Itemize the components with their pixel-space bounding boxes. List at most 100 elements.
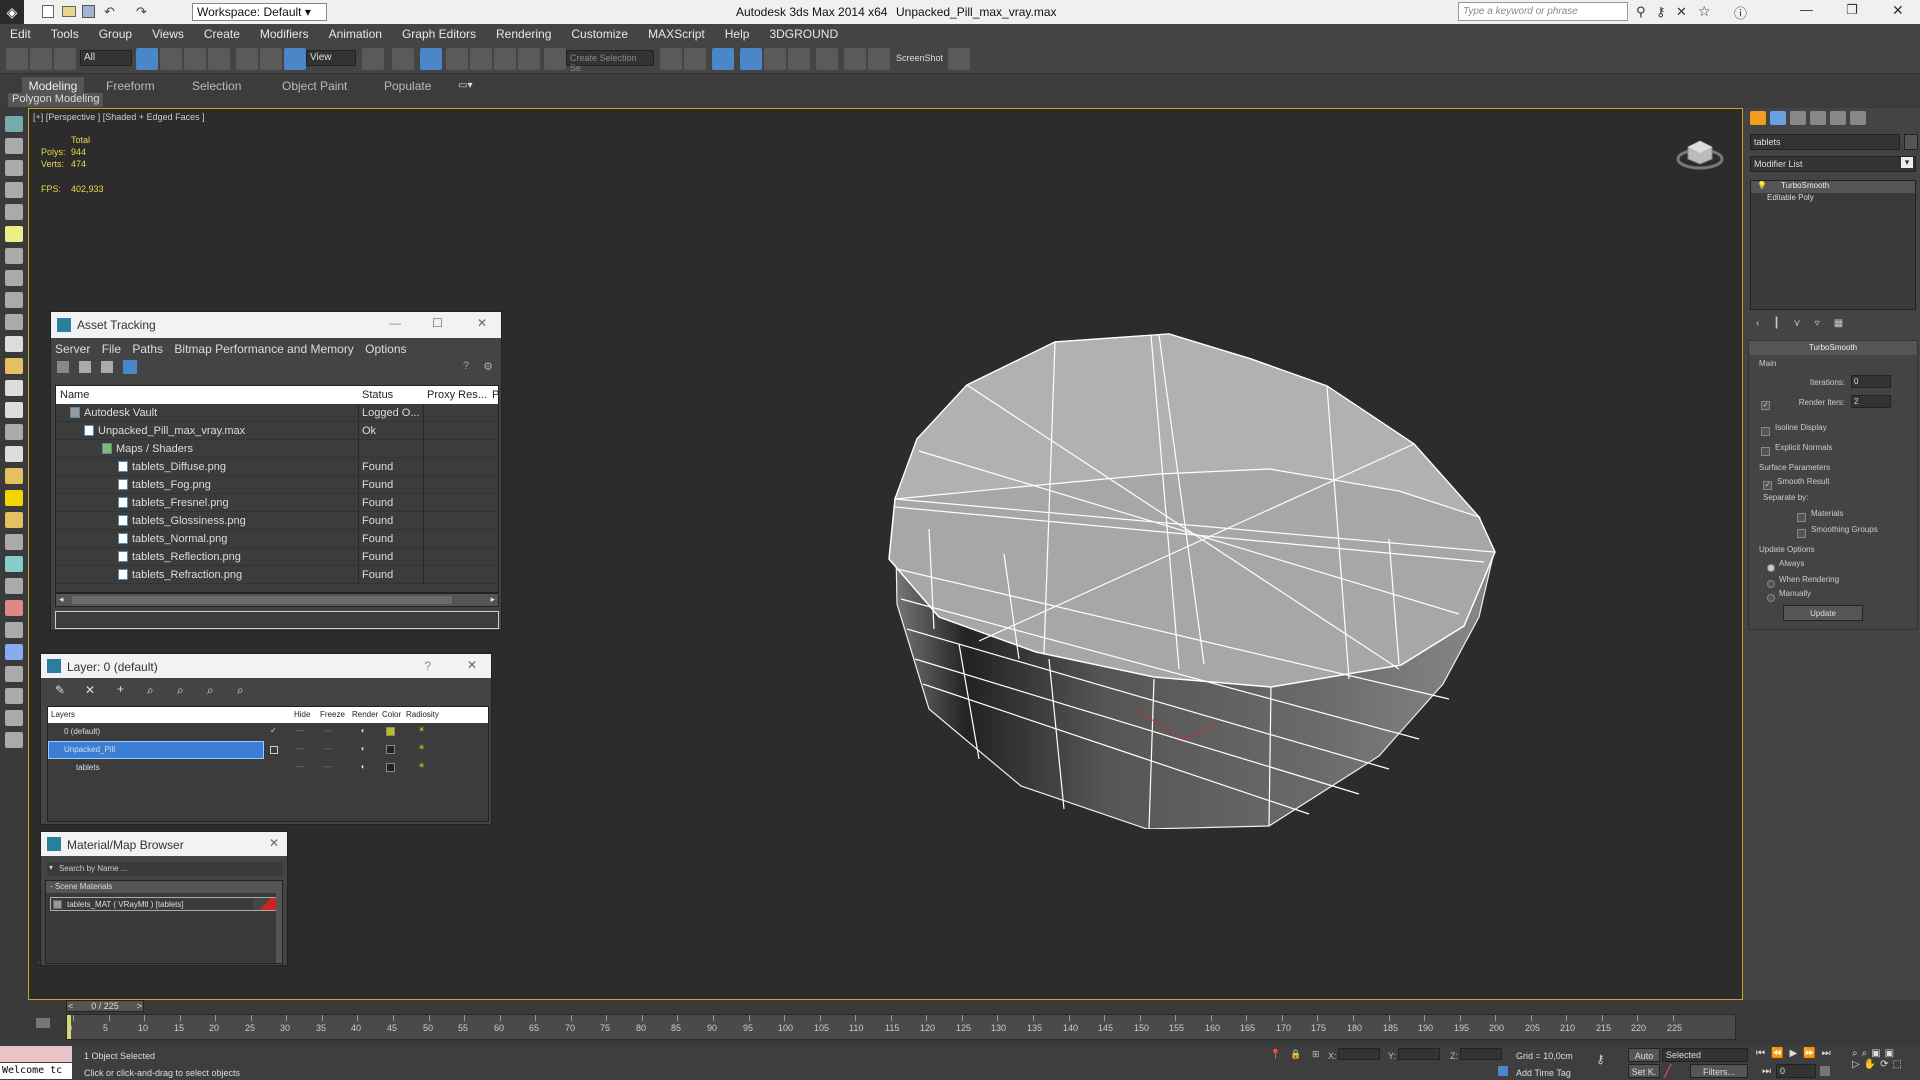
scene-materials-header[interactable]: - Scene Materials bbox=[46, 881, 282, 893]
asset-tracking-window[interactable]: Asset Tracking — ☐ ✕ Server File Paths B… bbox=[50, 311, 502, 631]
system-icon[interactable] bbox=[5, 314, 23, 330]
new-file-icon[interactable] bbox=[42, 5, 54, 18]
close-icon[interactable]: ✕ bbox=[269, 836, 279, 850]
layer-color-swatch[interactable] bbox=[386, 745, 395, 754]
modifier-stack-item[interactable]: Editable Poly bbox=[1751, 193, 1915, 205]
set-key-button[interactable]: Set K. bbox=[1628, 1064, 1660, 1078]
key-icon[interactable]: ⚷ bbox=[1656, 4, 1666, 20]
ribbon-tab-object-paint[interactable]: Object Paint bbox=[276, 77, 353, 95]
render-teapot-icon[interactable]: ◖ bbox=[360, 744, 365, 753]
minimize-icon[interactable]: — bbox=[389, 316, 401, 330]
layers-icon[interactable] bbox=[5, 182, 23, 198]
render-iters-spinner[interactable]: 2 bbox=[1851, 395, 1891, 408]
viewcube-icon[interactable] bbox=[1675, 133, 1725, 173]
hand-icon[interactable] bbox=[5, 622, 23, 638]
pill-mesh[interactable] bbox=[859, 269, 1539, 829]
asset-row[interactable]: tablets_Normal.png Found bbox=[56, 530, 498, 548]
modifier-stack-item[interactable]: 💡 TurboSmooth bbox=[1751, 181, 1915, 193]
radiosity-icon[interactable]: ☀ bbox=[418, 725, 425, 734]
column-header-render[interactable]: Render bbox=[352, 710, 378, 719]
select-object-icon[interactable] bbox=[136, 48, 158, 70]
wrench-icon[interactable] bbox=[5, 556, 23, 572]
edit-named-selection-icon[interactable] bbox=[544, 48, 566, 70]
auto-key-button[interactable]: Auto bbox=[1628, 1048, 1660, 1062]
active-layer-check-icon[interactable]: ✓ bbox=[270, 726, 277, 735]
schematic-view-icon[interactable] bbox=[788, 48, 810, 70]
scroll-thumb[interactable] bbox=[72, 596, 452, 604]
layer-window-title-bar[interactable]: Layer: 0 (default) ? ✕ bbox=[41, 654, 491, 678]
sun-icon[interactable] bbox=[5, 490, 23, 506]
angle-snap-icon[interactable] bbox=[470, 48, 492, 70]
search-options-icon[interactable]: ▾ bbox=[49, 863, 53, 872]
asset-tracking-title-bar[interactable]: Asset Tracking — ☐ ✕ bbox=[51, 312, 501, 338]
material-editor-icon[interactable] bbox=[816, 48, 838, 70]
window-crossing-icon[interactable] bbox=[208, 48, 230, 70]
hierarchy-tab-icon[interactable] bbox=[1790, 111, 1806, 125]
freeze-toggle[interactable]: --- bbox=[324, 744, 332, 753]
z-coordinate-field[interactable] bbox=[1460, 1048, 1502, 1060]
menu-file[interactable]: File bbox=[102, 342, 121, 356]
sphere-icon[interactable] bbox=[5, 380, 23, 396]
add-selection-icon[interactable] bbox=[270, 746, 278, 754]
redo-icon[interactable]: ↷ bbox=[136, 4, 147, 20]
pin-icon[interactable]: ⚙ bbox=[483, 360, 493, 373]
render-setup-icon[interactable] bbox=[844, 48, 866, 70]
create-tab-icon[interactable] bbox=[1750, 111, 1766, 125]
track-bar[interactable]: 0 5 10 15 20 25 30 35 40 45 50 55 60 65 70 75 80 85 90 95 10… bbox=[66, 1014, 1736, 1040]
render-iters-checkbox[interactable]: ✓ bbox=[1761, 397, 1770, 415]
display-tab-icon[interactable] bbox=[1830, 111, 1846, 125]
open-file-icon[interactable] bbox=[62, 6, 76, 17]
hide-all-icon[interactable]: ⌕ bbox=[207, 683, 214, 698]
menu-item-tools[interactable]: Tools bbox=[41, 24, 89, 41]
link-icon[interactable] bbox=[5, 666, 23, 682]
slider-next-icon[interactable]: > bbox=[137, 1001, 142, 1011]
box-icon[interactable] bbox=[5, 358, 23, 374]
maxscript-listener-input[interactable]: Welcome tc bbox=[0, 1063, 72, 1079]
pan-view-icon[interactable]: ✋ bbox=[1864, 1059, 1880, 1070]
render-teapot-icon[interactable]: ◖ bbox=[360, 726, 365, 735]
column-header-layers[interactable]: Layers bbox=[51, 710, 75, 719]
add-to-layer-icon[interactable]: + bbox=[117, 682, 124, 696]
menu-bitmap-performance[interactable]: Bitmap Performance and Memory bbox=[174, 342, 353, 356]
refresh-icon[interactable] bbox=[57, 361, 69, 373]
minimize-icon[interactable]: — bbox=[1800, 2, 1813, 17]
menu-item-customize[interactable]: Customize bbox=[561, 24, 638, 41]
rendered-frame-window-icon[interactable] bbox=[868, 48, 890, 70]
key-filter-dropdown[interactable]: Selected bbox=[1662, 1048, 1748, 1062]
layer-row[interactable]: 0 (default) --- --- ◖ ☀ ✓ bbox=[48, 723, 488, 741]
spinner-snap-icon[interactable] bbox=[518, 48, 540, 70]
camera-icon[interactable] bbox=[5, 116, 23, 132]
asset-row[interactable]: Maps / Shaders bbox=[56, 440, 498, 458]
pivot-center-icon[interactable] bbox=[362, 48, 384, 70]
modify-tab-icon[interactable] bbox=[1770, 111, 1786, 125]
grid-icon[interactable] bbox=[5, 204, 23, 220]
render-icon[interactable] bbox=[5, 138, 23, 154]
material-icon[interactable] bbox=[5, 160, 23, 176]
layer-row[interactable]: tablets --- --- ◖ ☀ bbox=[48, 759, 488, 777]
modifier-stack[interactable]: 💡 TurboSmooth Editable Poly bbox=[1750, 180, 1916, 310]
rollout-title[interactable]: TurboSmooth bbox=[1749, 341, 1917, 355]
time-slider[interactable]: < 0 / 225 > bbox=[66, 1000, 144, 1012]
ribbon-tab-selection[interactable]: Selection bbox=[186, 77, 247, 95]
column-header-freeze[interactable]: Freeze bbox=[320, 710, 345, 719]
material-search-input[interactable]: ▾ Search by Name ... bbox=[47, 862, 283, 876]
menu-paths[interactable]: Paths bbox=[132, 342, 163, 356]
ribbon-toggle-icon[interactable] bbox=[740, 48, 762, 70]
table-view-icon[interactable] bbox=[123, 360, 137, 374]
material-browser-title-bar[interactable]: Material/Map Browser ✕ bbox=[41, 832, 287, 856]
select-by-name-icon[interactable] bbox=[160, 48, 182, 70]
plane-icon[interactable] bbox=[5, 512, 23, 528]
maximize-icon[interactable]: ❐ bbox=[1846, 2, 1858, 18]
particle-icon[interactable] bbox=[5, 270, 23, 286]
layer-color-swatch[interactable] bbox=[386, 763, 395, 772]
asset-row[interactable]: tablets_Diffuse.png Found bbox=[56, 458, 498, 476]
ribbon-options-icon[interactable]: ▭▾ bbox=[458, 80, 472, 91]
named-selection-dropdown[interactable]: Create Selection Se bbox=[566, 50, 654, 73]
menu-item-edit[interactable]: Edit bbox=[0, 24, 41, 41]
column-header-name[interactable]: Name bbox=[60, 389, 89, 401]
scroll-left-icon[interactable]: ◂ bbox=[59, 594, 64, 605]
star-icon[interactable]: ☆ bbox=[1698, 3, 1711, 20]
time-configuration-icon[interactable] bbox=[1820, 1066, 1830, 1076]
percent-snap-icon[interactable] bbox=[494, 48, 516, 70]
object-icon[interactable] bbox=[5, 336, 23, 352]
